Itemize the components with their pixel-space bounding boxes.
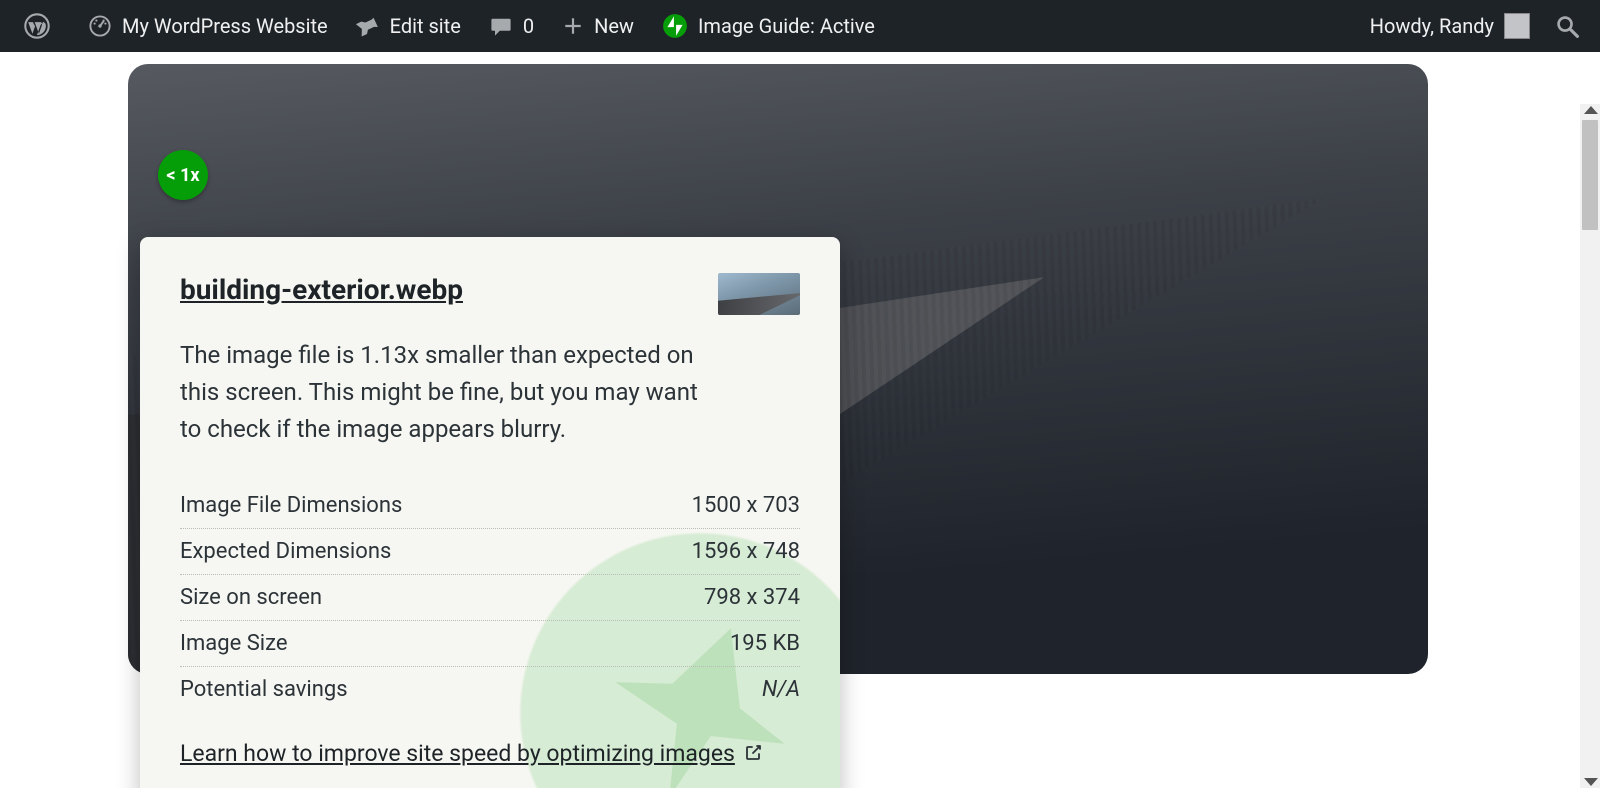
image-thumbnail [718,273,800,315]
search-icon [1554,13,1580,39]
stat-value: 195 KB [730,631,800,656]
stat-label: Expected Dimensions [180,539,391,564]
adminbar-search[interactable] [1544,13,1590,39]
wp-admin-bar: My WordPress Website Edit site 0 New Ima… [0,0,1600,52]
avatar [1504,13,1530,39]
stat-label: Potential savings [180,677,348,702]
dashboard-icon [88,14,112,38]
stat-label: Image Size [180,631,288,656]
learn-more-label: Learn how to improve site speed by optim… [180,740,735,767]
stat-value: 798 x 374 [704,585,800,610]
scroll-up-icon [1584,106,1598,114]
stat-label: Image File Dimensions [180,493,402,518]
site-title-label: My WordPress Website [122,14,328,38]
image-stats-table: Image File Dimensions 1500 x 703 Expecte… [180,483,800,712]
comments-count: 0 [523,14,534,38]
table-row: Size on screen 798 x 374 [180,575,800,621]
scrollbar-thumb[interactable] [1582,120,1598,230]
image-guide-popover: building-exterior.webp The image file is… [140,237,840,788]
table-row: Image File Dimensions 1500 x 703 [180,483,800,529]
learn-more-link[interactable]: Learn how to improve site speed by optim… [180,740,763,767]
stat-label: Size on screen [180,585,322,610]
table-row: Expected Dimensions 1596 x 748 [180,529,800,575]
edit-site-label: Edit site [390,14,461,38]
image-guide-scale-badge[interactable]: < 1x [158,150,208,200]
wp-logo-menu[interactable] [10,0,74,52]
image-guide-label: Image Guide: Active [698,14,875,38]
pin-icon [356,14,380,38]
comment-icon [489,14,513,38]
page-content: < 1x building-exterior.webp The image fi… [0,52,1600,788]
external-link-icon [743,743,763,763]
stat-value: N/A [762,677,800,702]
edit-site-menu[interactable]: Edit site [342,0,475,52]
image-guide-menu[interactable]: Image Guide: Active [648,0,889,52]
image-guide-description: The image file is 1.13x smaller than exp… [180,337,700,449]
stat-value: 1596 x 748 [692,539,800,564]
site-name-menu[interactable]: My WordPress Website [74,0,342,52]
scroll-down-icon [1584,778,1598,786]
scrollbar[interactable] [1580,104,1600,788]
stat-value: 1500 x 703 [692,493,800,518]
wordpress-icon [24,13,50,39]
image-filename-link[interactable]: building-exterior.webp [180,273,463,306]
plus-icon [562,15,584,37]
howdy-label: Howdy, Randy [1370,14,1494,38]
new-content-menu[interactable]: New [548,0,648,52]
table-row: Potential savings N/A [180,667,800,712]
my-account-menu[interactable]: Howdy, Randy [1356,0,1544,52]
jetpack-icon [662,13,688,39]
table-row: Image Size 195 KB [180,621,800,667]
comments-menu[interactable]: 0 [475,0,548,52]
badge-label: < 1x [166,165,199,186]
new-label: New [594,14,634,38]
